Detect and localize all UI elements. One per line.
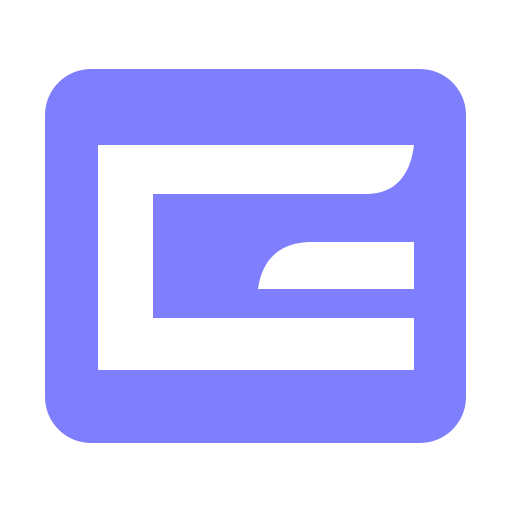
app-logo-icon bbox=[45, 69, 466, 443]
logo-canvas bbox=[0, 0, 512, 512]
